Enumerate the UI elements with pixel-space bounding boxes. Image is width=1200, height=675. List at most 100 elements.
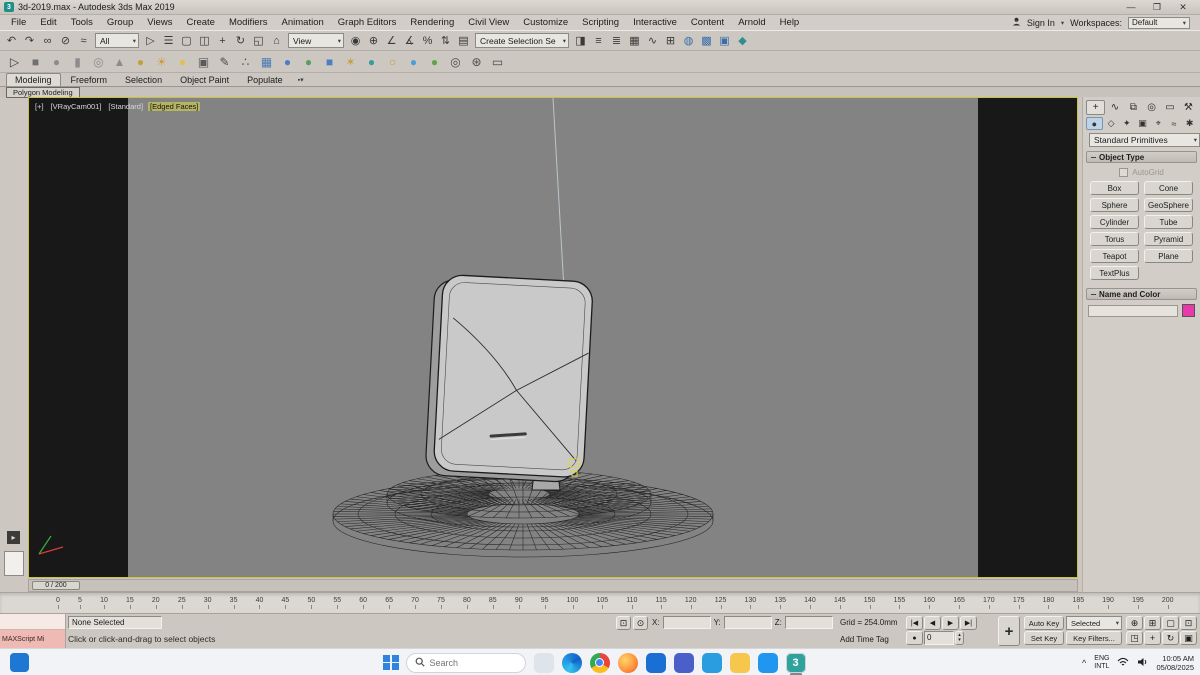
spinner-down-icon[interactable]: ▾ bbox=[958, 638, 961, 643]
bind-to-space-warp-button[interactable]: ≈ bbox=[75, 32, 92, 49]
helpers-subtab[interactable]: ⌖ bbox=[1151, 117, 1166, 130]
select-and-rotate-button[interactable]: ↻ bbox=[232, 32, 249, 49]
y-coordinate-field[interactable] bbox=[723, 616, 772, 629]
curve-editor-button[interactable]: ∿ bbox=[644, 32, 661, 49]
percent-snap-toggle[interactable]: % bbox=[419, 32, 436, 49]
snaps-toggle[interactable]: ∠ bbox=[383, 32, 400, 49]
selection-lock-toggle[interactable]: ⊙ bbox=[633, 616, 648, 630]
modify-tab[interactable]: ∿ bbox=[1106, 100, 1123, 115]
primitive-button-torus[interactable]: Torus bbox=[1090, 232, 1139, 246]
drop-icon[interactable]: ● bbox=[404, 52, 423, 71]
viewport-layout-tab-arrow[interactable]: ▸ bbox=[7, 531, 20, 544]
undo-button[interactable]: ↶ bbox=[3, 32, 20, 49]
align-button[interactable]: ≡ bbox=[590, 32, 607, 49]
torus-primitive-icon[interactable]: ◎ bbox=[89, 52, 108, 71]
teams-icon[interactable] bbox=[673, 651, 695, 675]
time-slider-track[interactable]: 0 / 200 bbox=[28, 579, 1078, 592]
menu-help[interactable]: Help bbox=[773, 17, 807, 28]
cone-primitive-icon[interactable]: ▲ bbox=[110, 52, 129, 71]
object-name-field[interactable] bbox=[1088, 304, 1178, 317]
menu-interactive[interactable]: Interactive bbox=[626, 17, 684, 28]
spray-icon[interactable]: ∴ bbox=[236, 52, 255, 71]
primitive-button-sphere[interactable]: Sphere bbox=[1090, 198, 1139, 212]
primitive-button-plane[interactable]: Plane bbox=[1144, 249, 1193, 263]
selection-set-dropdown[interactable]: Selected ▾ bbox=[1066, 616, 1122, 630]
menu-arnold[interactable]: Arnold bbox=[731, 17, 772, 28]
orbit-button[interactable]: ↻ bbox=[1162, 631, 1179, 645]
chrome-icon[interactable] bbox=[589, 651, 611, 675]
toggle-ribbon-button[interactable]: ▦ bbox=[626, 32, 643, 49]
primitive-button-tube[interactable]: Tube bbox=[1144, 215, 1193, 229]
angle-snap-toggle[interactable]: ∡ bbox=[401, 32, 418, 49]
menu-customize[interactable]: Customize bbox=[516, 17, 575, 28]
leaf-icon[interactable]: ● bbox=[425, 52, 444, 71]
edge-icon[interactable] bbox=[561, 651, 583, 675]
select-and-scale-button[interactable]: ◱ bbox=[250, 32, 267, 49]
camera-icon[interactable]: ▣ bbox=[194, 52, 213, 71]
spinner-snap-toggle[interactable]: ⇅ bbox=[437, 32, 454, 49]
z-coordinate-field[interactable] bbox=[784, 616, 833, 629]
unlink-selection-button[interactable]: ⊘ bbox=[57, 32, 74, 49]
tab-selection[interactable]: Selection bbox=[117, 74, 170, 86]
start-button[interactable] bbox=[383, 654, 399, 671]
3ds-max-icon[interactable]: 3 bbox=[785, 651, 807, 675]
primitive-button-pyramid[interactable]: Pyramid bbox=[1144, 232, 1193, 246]
key-filters-button[interactable]: Key Filters... bbox=[1066, 631, 1122, 645]
vscode-icon[interactable] bbox=[757, 651, 779, 675]
toggle-scene-explorer-button[interactable]: ≣ bbox=[608, 32, 625, 49]
gear-icon[interactable]: ⊛ bbox=[467, 52, 486, 71]
search-input[interactable] bbox=[429, 657, 510, 668]
menu-create[interactable]: Create bbox=[179, 17, 222, 28]
zoom-all-button[interactable]: ⊞ bbox=[1144, 616, 1161, 630]
primitive-button-geosphere[interactable]: GeoSphere bbox=[1144, 198, 1193, 212]
current-frame-field[interactable]: 0 bbox=[924, 631, 954, 645]
use-pivot-point-center-button[interactable]: ◉ bbox=[347, 32, 364, 49]
sun-icon[interactable]: ☀ bbox=[152, 52, 171, 71]
key-mode-toggle[interactable]: ● bbox=[906, 631, 923, 645]
sphere-green-icon[interactable]: ● bbox=[299, 52, 318, 71]
play-button[interactable]: ▶ bbox=[942, 616, 959, 630]
volume-icon[interactable] bbox=[1137, 654, 1148, 672]
sphere-primitive-icon[interactable]: ● bbox=[47, 52, 66, 71]
go-to-start-button[interactable]: |◀ bbox=[906, 616, 923, 630]
edit-named-selection-sets-button[interactable]: ▤ bbox=[455, 32, 472, 49]
maxscript-mini-listener[interactable]: MAXScript Mi bbox=[0, 614, 66, 649]
viewport-menu-pov[interactable]: [VRayCam001] bbox=[49, 102, 104, 111]
geometry-subtab[interactable]: ● bbox=[1086, 117, 1103, 130]
primitive-button-box[interactable]: Box bbox=[1090, 181, 1139, 195]
hidden-icons-chevron[interactable]: ^ bbox=[1082, 658, 1086, 668]
sphere-blue-icon[interactable]: ● bbox=[278, 52, 297, 71]
cylinder-primitive-icon[interactable]: ▮ bbox=[68, 52, 87, 71]
select-and-move-button[interactable]: + bbox=[214, 32, 231, 49]
add-time-tag-button[interactable]: Add Time Tag bbox=[840, 635, 889, 644]
box-primitive-icon[interactable]: ■ bbox=[26, 52, 45, 71]
geometry-category-dropdown[interactable]: Standard Primitives ▾ bbox=[1089, 133, 1200, 147]
target-icon[interactable]: ◎ bbox=[446, 52, 465, 71]
tab-populate[interactable]: Populate bbox=[239, 74, 291, 86]
select-by-name-button[interactable]: ☰ bbox=[160, 32, 177, 49]
utilities-tab[interactable]: ⚒ bbox=[1180, 100, 1197, 115]
tab-object-paint[interactable]: Object Paint bbox=[172, 74, 237, 86]
select-and-link-button[interactable]: ∞ bbox=[39, 32, 56, 49]
auto-key-button[interactable]: Auto Key bbox=[1024, 616, 1064, 630]
window-crossing-toggle[interactable]: ◫ bbox=[196, 32, 213, 49]
create-tab[interactable]: + bbox=[1086, 100, 1106, 115]
minimize-button[interactable]: — bbox=[1118, 0, 1144, 14]
menu-scripting[interactable]: Scripting bbox=[575, 17, 626, 28]
set-key-button[interactable]: Set Key bbox=[1024, 631, 1064, 645]
menu-rendering[interactable]: Rendering bbox=[403, 17, 461, 28]
rendered-frame-window-button[interactable]: ▣ bbox=[716, 32, 733, 49]
rectangular-selection-region-button[interactable]: ▢ bbox=[178, 32, 195, 49]
globe-icon[interactable]: ● bbox=[362, 52, 381, 71]
primitive-button-cylinder[interactable]: Cylinder bbox=[1090, 215, 1139, 229]
camera-viewport[interactable]: [+] [VRayCam001] [Standard] [Edged Faces] bbox=[28, 97, 1078, 578]
select-and-manipulate-button[interactable]: ⊕ bbox=[365, 32, 382, 49]
macro-recorder-line[interactable] bbox=[0, 614, 65, 630]
viewport-menu-shading[interactable]: [Standard] bbox=[106, 102, 145, 111]
autogrid-checkbox[interactable] bbox=[1119, 168, 1129, 177]
display-tab[interactable]: ▭ bbox=[1161, 100, 1178, 115]
name-and-color-rollout-header[interactable]: Name and Color bbox=[1086, 288, 1197, 300]
cameras-subtab[interactable]: ▣ bbox=[1135, 117, 1150, 130]
polygon-modeling-panel[interactable]: Polygon Modeling bbox=[6, 86, 80, 98]
shapes-subtab[interactable]: ◇ bbox=[1104, 117, 1119, 130]
